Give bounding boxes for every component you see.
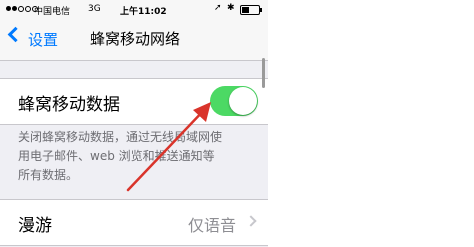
annotation-arrow-shaft — [126, 106, 208, 192]
annotation-arrow — [126, 102, 211, 192]
